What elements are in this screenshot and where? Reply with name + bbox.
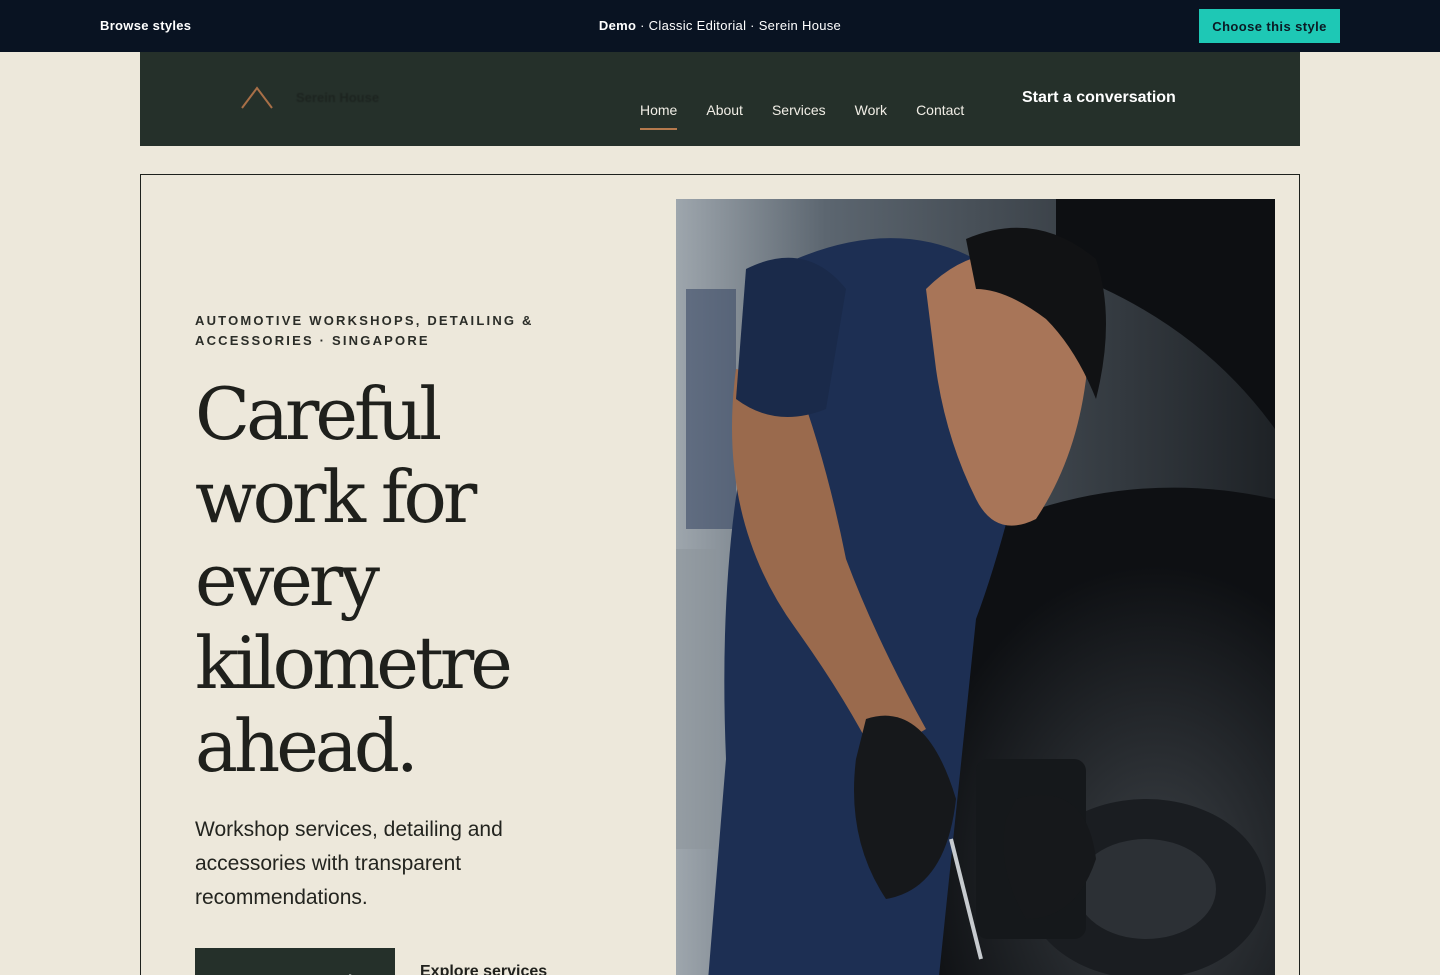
site-header: Serein House Home About Services Work Co… xyxy=(140,52,1300,146)
brand-logo[interactable]: Serein House xyxy=(240,82,379,112)
start-conversation-button[interactable]: Start a conversation xyxy=(195,948,395,975)
nav-home[interactable]: Home xyxy=(640,102,678,130)
hero-section: Automotive workshops, detailing & access… xyxy=(140,174,1300,975)
nav-about[interactable]: About xyxy=(706,102,743,130)
explore-services-link[interactable]: Explore services xyxy=(420,963,547,975)
hero-headline: Careful work for every kilometre ahead. xyxy=(195,373,615,788)
hero-subhead: Workshop services, detailing and accesso… xyxy=(195,818,503,909)
brand-name: Serein House xyxy=(296,89,380,105)
choose-style-button[interactable]: Choose this style xyxy=(1199,9,1340,43)
headline-line: kilometre xyxy=(195,621,513,705)
headline-line: ahead. xyxy=(195,704,419,788)
demo-prefix: Demo xyxy=(598,18,637,33)
demo-bar: Browse styles Demo · Classic Editorial ·… xyxy=(0,0,1440,52)
hero-eyebrow: Automotive workshops, detailing & access… xyxy=(195,313,534,348)
nav-services[interactable]: Services xyxy=(772,102,826,130)
demo-style-name: · Classic Editorial · Serein House xyxy=(636,18,842,33)
nav-contact[interactable]: Contact xyxy=(916,102,964,130)
header-cta-link[interactable]: Start a conversation xyxy=(1022,89,1176,107)
chevron-up-icon xyxy=(241,86,273,109)
mechanic-illustration xyxy=(676,199,1275,975)
headline-line: every xyxy=(195,538,380,622)
headline-line: work for xyxy=(195,455,477,539)
hero-photo xyxy=(676,199,1275,975)
nav-work[interactable]: Work xyxy=(855,102,887,130)
headline-line: Careful xyxy=(195,372,442,456)
main-nav: Home About Services Work Contact xyxy=(640,102,964,130)
